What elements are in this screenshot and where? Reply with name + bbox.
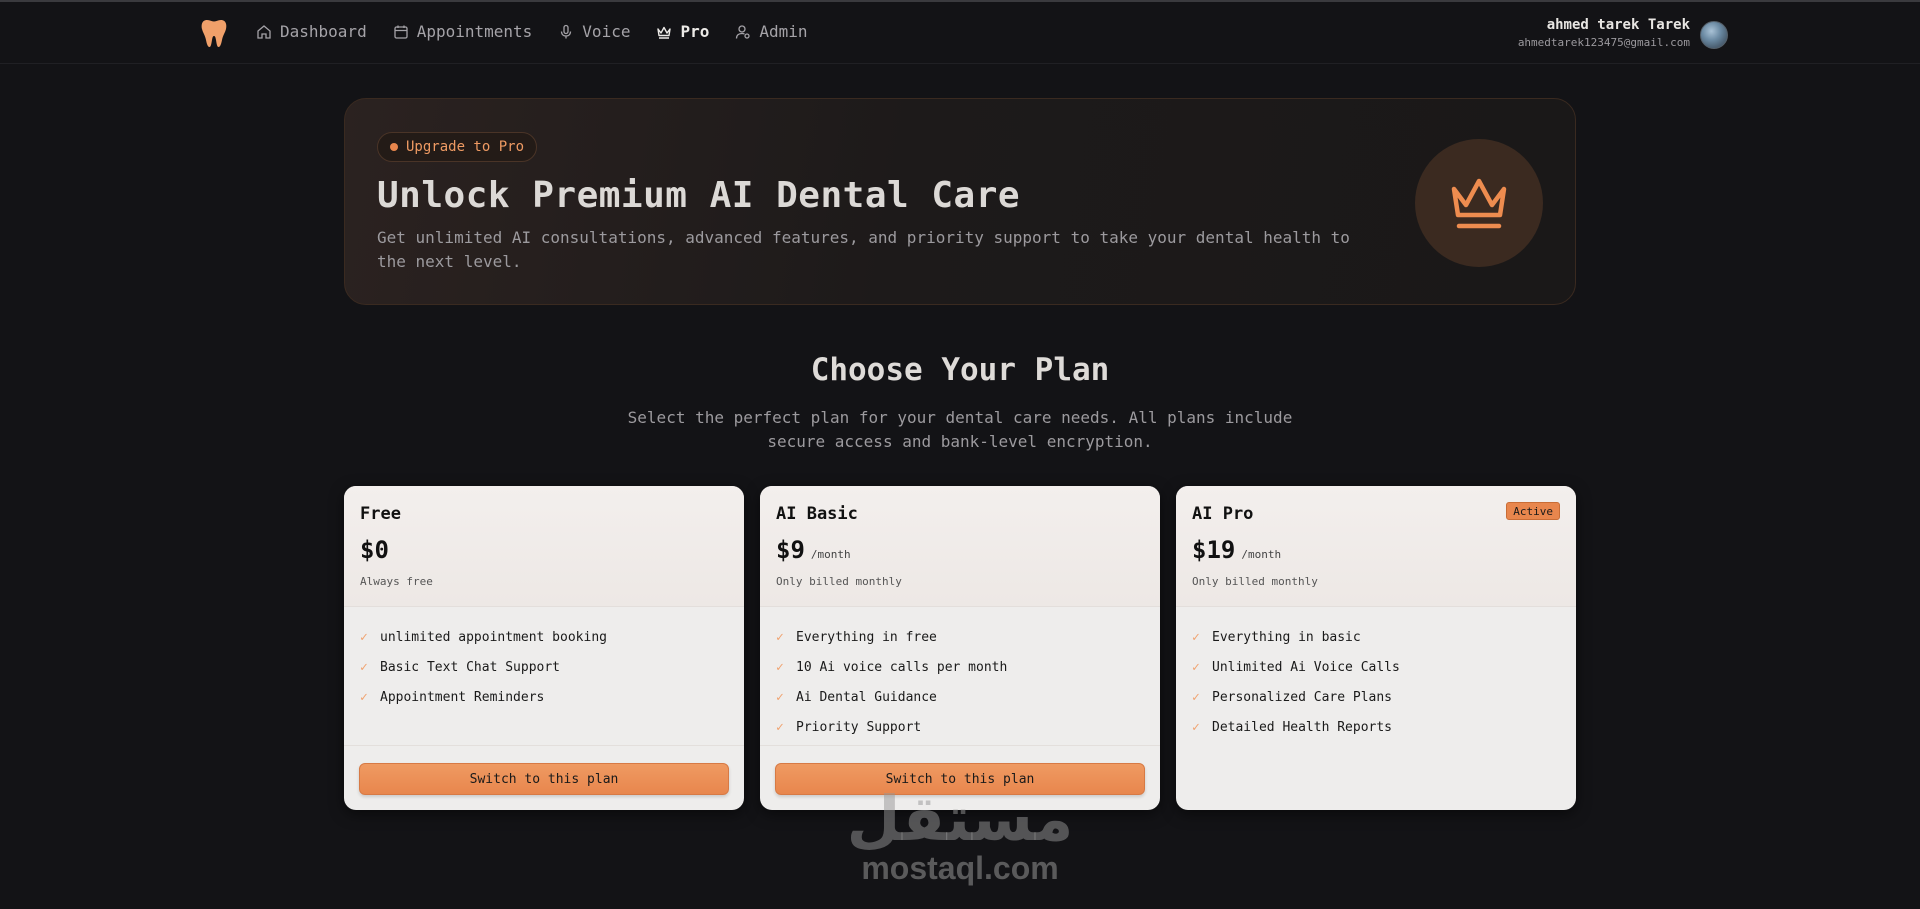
plan-features: ✓ Everything in basic ✓ Unlimited Ai Voice… [1192, 622, 1400, 742]
plan-price: $0 [360, 536, 389, 564]
plan-feature: ✓ Detailed Health Reports [1192, 712, 1400, 742]
plan-period: /month [810, 548, 851, 561]
watermark-text: mostaql.com [861, 850, 1059, 886]
plan-billing-note: Only billed monthly [1192, 575, 1318, 588]
upgrade-hero: Upgrade to Pro Unlock Premium AI Dental … [344, 98, 1576, 305]
plan-feature: ✓ 10 Ai voice calls per month [776, 652, 1007, 682]
user-email: ahmedtarek123475@gmail.com [1517, 36, 1690, 49]
check-icon: ✓ [1192, 629, 1200, 645]
watermark-arabic: مستقل [847, 782, 1074, 852]
tooth-logo-icon[interactable] [200, 18, 228, 48]
nav-item-label: Appointments [416, 22, 533, 41]
plan-price: $9 [776, 536, 805, 564]
section-description: Select the perfect plan for your dental … [627, 408, 1293, 451]
plan-period: /month [1241, 548, 1282, 561]
avatar[interactable] [1700, 21, 1728, 49]
nav-item-appointments[interactable]: Appointments [393, 22, 533, 41]
check-icon: ✓ [1192, 719, 1200, 735]
upgrade-badge-label: Upgrade to Pro [406, 139, 525, 155]
microphone-icon [561, 24, 572, 38]
hero-description: Get unlimited AI consultations, advanced… [377, 228, 1350, 271]
feature-label: Personalized Care Plans [1212, 689, 1393, 705]
plan-name: AI Pro [1192, 504, 1254, 524]
plan-card-header: AI Basic $9 /month Only billed monthly [760, 486, 1160, 607]
nav-item-label: Dashboard [280, 22, 367, 41]
check-icon: ✓ [1192, 689, 1200, 705]
feature-label: Basic Text Chat Support [380, 659, 561, 675]
plan-feature: ✓ Personalized Care Plans [1192, 682, 1400, 712]
plan-feature: ✓ Everything in basic [1192, 622, 1400, 652]
badge-dot-icon [390, 143, 398, 151]
nav-item-admin[interactable]: Admin [735, 22, 808, 41]
plan-price: $19 [1192, 536, 1236, 564]
plan-feature: ✓ Everything in free [776, 622, 1007, 652]
crown-icon [657, 26, 672, 39]
user-info[interactable]: ahmed tarek Tarek ahmedtarek123475@gmail… [1518, 17, 1690, 49]
plan-card-header: Free $0 Always free [344, 486, 744, 607]
plan-feature: ✓ Appointment Reminders [360, 682, 607, 712]
nav-item-label: Voice [582, 22, 631, 41]
plan-feature: ✓ Priority Support [776, 712, 1007, 742]
switch-plan-button-free[interactable]: Switch to this plan [359, 763, 729, 795]
check-icon: ✓ [776, 689, 784, 705]
check-icon: ✓ [776, 659, 784, 675]
active-plan-badge: Active [1506, 502, 1560, 520]
upgrade-badge: Upgrade to Pro [377, 132, 538, 162]
plan-feature: ✓ Basic Text Chat Support [360, 652, 607, 682]
plan-price-row: $9 /month [776, 536, 851, 564]
nav-item-label: Admin [759, 22, 808, 41]
hero-title: Unlock Premium AI Dental Care [377, 175, 1021, 216]
plan-features: ✓ unlimited appointment booking ✓ Basic Te… [360, 622, 607, 712]
feature-label: unlimited appointment booking [380, 629, 607, 645]
plan-feature: ✓ Unlimited Ai Voice Calls [1192, 652, 1400, 682]
check-icon: ✓ [360, 659, 368, 675]
feature-label: 10 Ai voice calls per month [796, 659, 1008, 675]
plan-card-header: AI Pro Active $19 /month Only billed mon… [1176, 486, 1576, 607]
check-icon: ✓ [360, 629, 368, 645]
check-icon: ✓ [360, 689, 368, 705]
home-icon [257, 24, 271, 39]
plan-name: AI Basic [776, 504, 858, 524]
watermark-logo: مستقل [847, 782, 1074, 852]
plan-card-free: Free $0 Always free ✓ unlimited appointme… [344, 486, 744, 810]
nav-item-voice[interactable]: Voice [558, 22, 630, 41]
card-divider [760, 745, 1160, 746]
feature-label: Priority Support [796, 719, 922, 735]
check-icon: ✓ [1192, 659, 1200, 675]
calendar-icon [394, 25, 408, 39]
hero-crown-badge [1415, 139, 1543, 267]
plan-feature: ✓ unlimited appointment booking [360, 622, 607, 652]
plan-name: Free [360, 504, 401, 524]
section-title: Choose Your Plan [810, 352, 1110, 388]
feature-label: Detailed Health Reports [1212, 719, 1393, 735]
feature-label: Unlimited Ai Voice Calls [1212, 659, 1400, 675]
check-icon: ✓ [776, 629, 784, 645]
user-name: ahmed tarek Tarek [1546, 17, 1690, 33]
feature-label: Everything in free [796, 629, 937, 645]
nav-item-pro[interactable]: Pro [656, 22, 709, 41]
nav-item-label: Pro [680, 22, 710, 41]
nav-links: Dashboard Appointments Voice Pro Admin [256, 22, 808, 41]
plan-card-ai-pro: AI Pro Active $19 /month Only billed mon… [1176, 486, 1576, 810]
plan-price-row: $19 /month [1192, 536, 1281, 564]
plan-card-ai-basic: AI Basic $9 /month Only billed monthly ✓… [760, 486, 1160, 810]
feature-label: Everything in basic [1212, 629, 1361, 645]
plan-feature: ✓ Ai Dental Guidance [776, 682, 1007, 712]
check-icon: ✓ [776, 719, 784, 735]
feature-label: Ai Dental Guidance [796, 689, 937, 705]
plan-features: ✓ Everything in free ✓ 10 Ai voice calls p… [776, 622, 1007, 742]
top-navigation: Dashboard Appointments Voice Pro Admin a… [0, 2, 1920, 64]
plan-price-row: $0 [360, 536, 389, 564]
crown-icon [1451, 178, 1507, 229]
feature-label: Appointment Reminders [380, 689, 545, 705]
user-cog-icon [736, 24, 751, 39]
plan-billing-note: Only billed monthly [776, 575, 902, 588]
nav-item-dashboard[interactable]: Dashboard [256, 22, 367, 41]
card-divider [344, 745, 744, 746]
plan-billing-note: Always free [360, 575, 433, 588]
